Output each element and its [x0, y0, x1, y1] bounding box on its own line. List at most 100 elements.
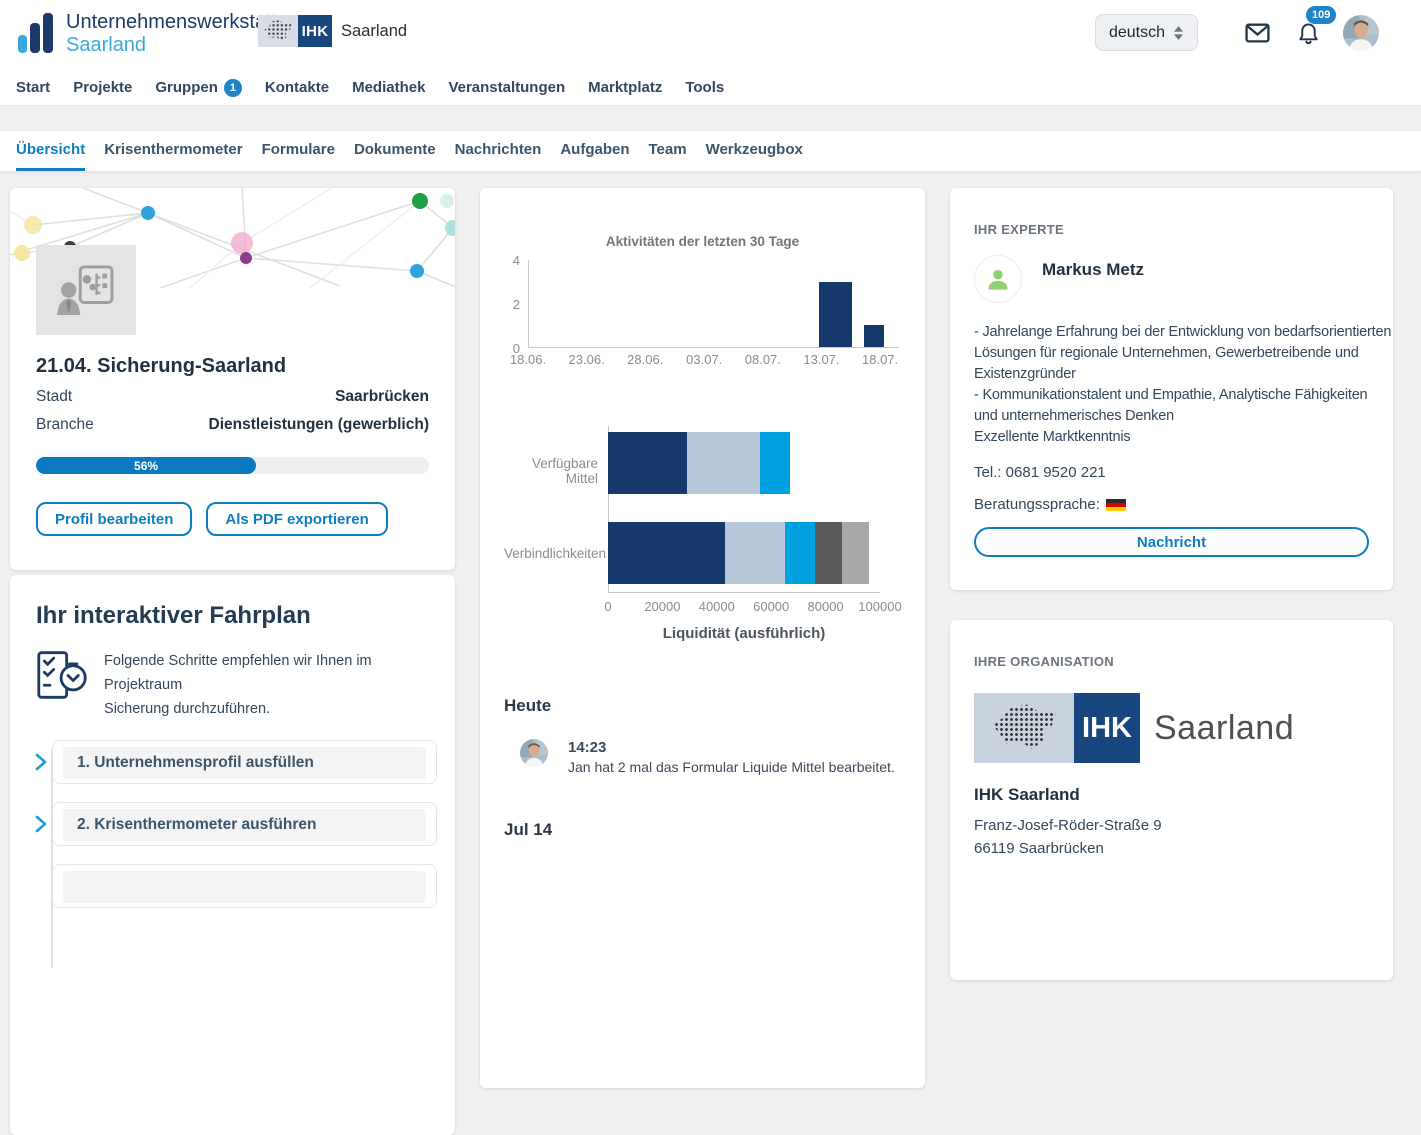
- brand-bars-icon: [16, 11, 58, 57]
- expert-section-title: IHR EXPERTE: [974, 222, 1369, 237]
- nav-label: Tools: [685, 79, 724, 96]
- nav-label: Mediathek: [352, 79, 425, 96]
- timeline-heading-jul14: Jul 14: [504, 820, 552, 840]
- roadmap-intro-line: Sicherung durchzuführen.: [104, 697, 429, 721]
- nav-item-gruppen[interactable]: Gruppen 1: [155, 79, 242, 97]
- bio-line: - Kommunikationstalent und Empathie, Ana…: [974, 385, 1369, 406]
- step-label: [63, 871, 426, 903]
- sort-arrows-icon: [1173, 25, 1184, 41]
- nav-item-kontakte[interactable]: Kontakte: [265, 79, 329, 96]
- partner-logo-region: Saarland: [341, 22, 407, 41]
- nav-item-mediathek[interactable]: Mediathek: [352, 79, 425, 96]
- tab-krisenthermometer[interactable]: Krisenthermometer: [104, 131, 242, 171]
- activity-chart-title: Aktivitäten der letzten 30 Tage: [480, 234, 925, 249]
- message-expert-button[interactable]: Nachricht: [974, 527, 1369, 557]
- messages-button[interactable]: [1245, 23, 1270, 46]
- timeline-heading-today: Heute: [504, 696, 551, 716]
- profile-progress-fill: 56%: [36, 457, 256, 474]
- roadmap-steps: 1. Unternehmensprofil ausfüllen 2. Krise…: [36, 740, 429, 908]
- nav-label: Marktplatz: [588, 79, 662, 96]
- organisation-logo-region: Saarland: [1154, 709, 1294, 748]
- x-tick: 13.07.: [803, 352, 839, 367]
- notification-badge: 109: [1306, 6, 1336, 24]
- tab-dokumente[interactable]: Dokumente: [354, 131, 436, 171]
- liquidity-segment: [815, 522, 842, 584]
- nav-label: Gruppen: [155, 79, 218, 96]
- tab-uebersicht[interactable]: Übersicht: [16, 131, 85, 171]
- bio-line: - Jahrelange Erfahrung bei der Entwicklu…: [974, 322, 1369, 343]
- organisation-logo-abbr: IHK: [1074, 693, 1140, 763]
- y-tick: 4: [504, 253, 520, 268]
- expert-bio: - Jahrelange Erfahrung bei der Entwicklu…: [974, 322, 1369, 448]
- roadmap-step-2[interactable]: 2. Krisenthermometer ausführen: [52, 802, 437, 846]
- field-label: Branche: [36, 416, 94, 434]
- tab-aufgaben[interactable]: Aufgaben: [560, 131, 629, 171]
- nav-item-veranstaltungen[interactable]: Veranstaltungen: [448, 79, 565, 96]
- expert-name: Markus Metz: [1042, 260, 1144, 303]
- activity-bar: [819, 282, 852, 347]
- roadmap-intro-line: Folgende Schritte empfehlen wir Ihnen im…: [104, 649, 429, 697]
- german-flag-icon: [1106, 499, 1126, 511]
- activity-bar: [864, 325, 884, 347]
- liquidity-chart-xlabel: Liquidität (ausführlich): [608, 625, 880, 642]
- tab-team[interactable]: Team: [649, 131, 687, 171]
- x-tick: 100000: [858, 599, 901, 614]
- liquidity-bar-verfuegbare-mittel: [608, 432, 880, 494]
- activity-chart-xaxis: 18.06. 23.06. 28.06. 03.07. 08.07. 13.07…: [528, 352, 899, 368]
- entry-time: 14:23: [568, 739, 895, 756]
- export-pdf-button[interactable]: Als PDF exportieren: [206, 502, 387, 536]
- address-line: 66119 Saarbrücken: [974, 837, 1369, 860]
- expert-avatar: [974, 255, 1022, 303]
- nav-item-tools[interactable]: Tools: [685, 79, 724, 96]
- saarland-map-icon: [258, 15, 298, 47]
- entry-avatar: [520, 739, 548, 767]
- profile-avatar[interactable]: [1343, 15, 1379, 51]
- avatar-photo-icon: [1343, 15, 1379, 51]
- language-selector[interactable]: deutsch: [1095, 14, 1198, 51]
- liquidity-bar-verbindlichkeiten: [608, 522, 880, 584]
- tab-nachrichten[interactable]: Nachrichten: [455, 131, 542, 171]
- entry-text: Jan hat 2 mal das Formular Liquide Mitte…: [568, 759, 895, 775]
- partner-logo-abbr: IHK: [298, 15, 332, 47]
- bell-icon: [1297, 22, 1320, 46]
- liquidity-segment: [687, 432, 760, 494]
- edit-profile-button[interactable]: Profil bearbeiten: [36, 502, 192, 536]
- nav-item-projekte[interactable]: Projekte: [73, 79, 132, 96]
- main-nav: Start Projekte Gruppen 1 Kontakte Mediat…: [0, 70, 1421, 106]
- project-tabbar: Übersicht Krisenthermometer Formulare Do…: [0, 131, 1421, 172]
- expert-language-row: Beratungssprache:: [974, 496, 1369, 513]
- nav-item-start[interactable]: Start: [16, 79, 50, 96]
- notifications-button[interactable]: 109: [1297, 22, 1320, 49]
- avatar-photo-icon: [520, 739, 548, 767]
- roadmap-card: Ihr interaktiver Fahrplan Folgende Schri…: [10, 575, 455, 1135]
- address-line: Franz-Josef-Röder-Straße 9: [974, 814, 1369, 837]
- x-tick: 23.06.: [569, 352, 605, 367]
- roadmap-title: Ihr interaktiver Fahrplan: [36, 601, 429, 631]
- project-thumbnail-placeholder: [36, 245, 136, 335]
- nav-item-marktplatz[interactable]: Marktplatz: [588, 79, 662, 96]
- expert-phone: Tel.: 0681 9520 221: [974, 464, 1369, 481]
- liquidity-chart-xaxis-line: [608, 592, 880, 593]
- x-tick: 18.07.: [862, 352, 898, 367]
- organisation-address: Franz-Josef-Röder-Straße 9 66119 Saarbrü…: [974, 814, 1369, 860]
- bio-line: Exzellente Marktkenntnis: [974, 427, 1369, 448]
- roadmap-step-3-partial[interactable]: [52, 864, 437, 908]
- app-header: Unternehmenswerkstatt Saarland IHK Saarl…: [0, 0, 1421, 70]
- tab-formulare[interactable]: Formulare: [262, 131, 335, 171]
- tab-werkzeugbox[interactable]: Werkzeugbox: [706, 131, 803, 171]
- activity-chart-plot: [528, 260, 899, 348]
- checklist-clock-icon: [36, 645, 88, 705]
- organisation-card: IHRE ORGANISATION IHK Saarland IHK Saarl…: [950, 620, 1393, 980]
- step-label: 1. Unternehmensprofil ausfüllen: [63, 747, 426, 779]
- liquidity-segment: [608, 432, 687, 494]
- liquidity-segment: [785, 522, 815, 584]
- project-field-row: Branche Dienstleistungen (gewerblich): [36, 416, 429, 434]
- roadmap-intro: Folgende Schritte empfehlen wir Ihnen im…: [104, 645, 429, 721]
- nav-label: Projekte: [73, 79, 132, 96]
- roadmap-step-1[interactable]: 1. Unternehmensprofil ausfüllen: [52, 740, 437, 784]
- bio-line: Lösungen für regionale Unternehmen, Gewe…: [974, 343, 1369, 364]
- brand-logo[interactable]: Unternehmenswerkstatt Saarland: [16, 11, 277, 57]
- nav-label: Kontakte: [265, 79, 329, 96]
- brand-line2: Saarland: [66, 34, 277, 57]
- chevron-right-icon: [35, 753, 47, 776]
